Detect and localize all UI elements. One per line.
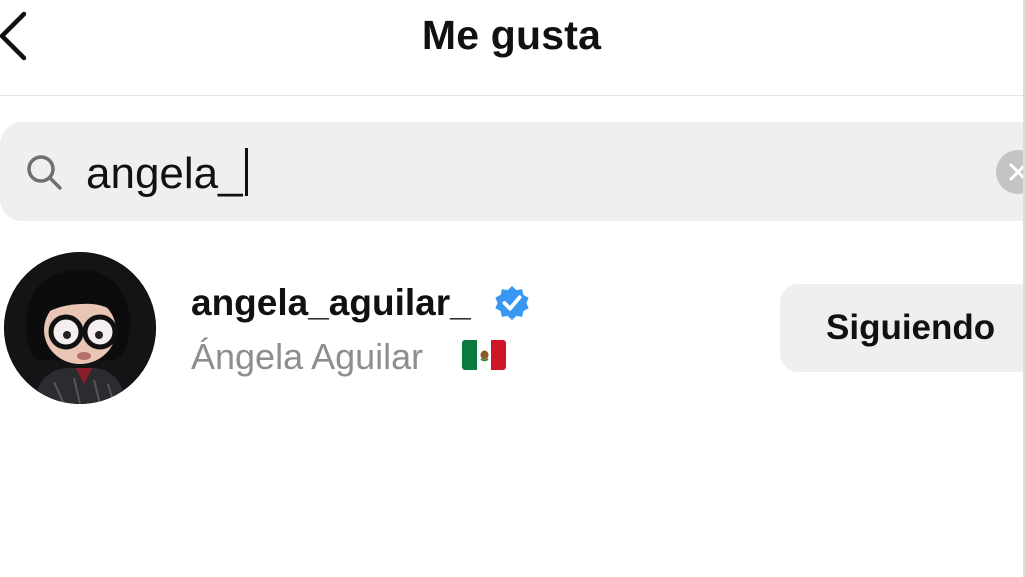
full-name: Ángela Aguilar — [191, 336, 424, 377]
verified-badge-icon — [495, 285, 529, 321]
avatar[interactable] — [4, 252, 156, 404]
following-button[interactable]: Siguiendo — [780, 284, 1023, 372]
username[interactable]: angela_aguilar_ — [191, 282, 471, 324]
text-cursor — [244, 148, 248, 196]
search-input[interactable]: angela_ — [86, 148, 248, 199]
search-icon — [27, 155, 62, 190]
search-query: angela_ — [86, 149, 243, 198]
clear-icon — [1009, 163, 1023, 181]
avatar-image — [4, 252, 156, 404]
page-title: Me gusta — [421, 12, 602, 58]
likes-screen: Me gusta angela_ angela_aguilar_ Ángela … — [0, 0, 1025, 577]
mexico-flag-icon — [462, 340, 506, 370]
header: Me gusta — [0, 0, 1023, 96]
